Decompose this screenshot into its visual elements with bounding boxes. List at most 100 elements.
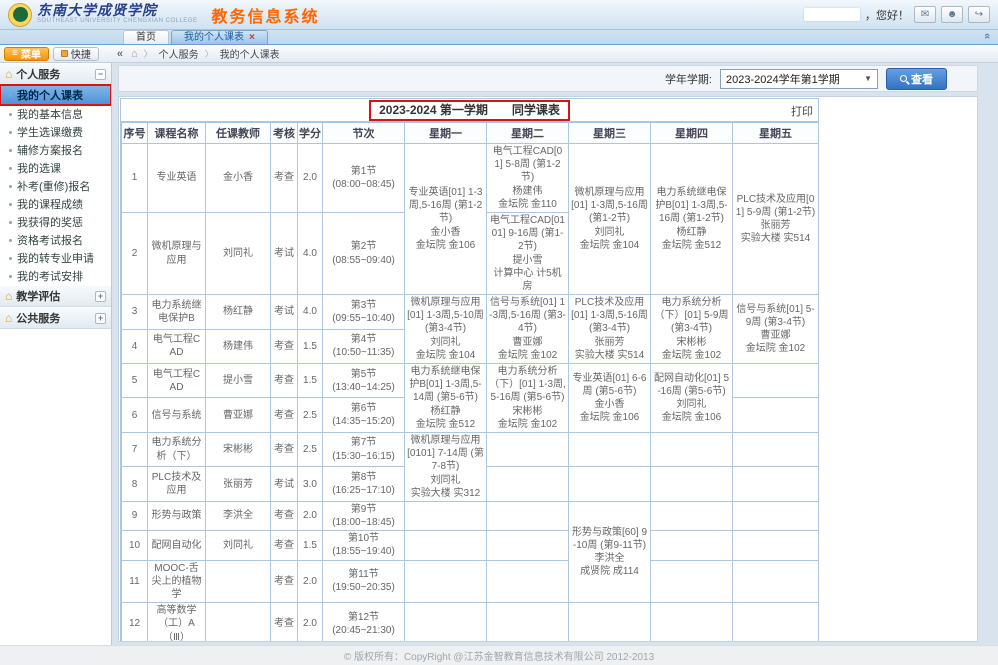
table-cell: 高等数学（工）A（Ⅲ） bbox=[148, 603, 206, 642]
table-cell: 3.0 bbox=[298, 467, 323, 501]
sidebar-item-label: 学生选课缴费 bbox=[17, 124, 83, 140]
mail-icon[interactable]: ✉ bbox=[914, 6, 936, 23]
table-cell: 第9节 (18:00~18:45) bbox=[323, 501, 405, 530]
tab-home[interactable]: 首页 bbox=[123, 30, 169, 44]
bullet-icon bbox=[9, 167, 12, 170]
sidebar-item[interactable]: 我的基本信息 bbox=[0, 105, 111, 123]
sidebar-item[interactable]: 补考(重修)报名 bbox=[0, 177, 111, 195]
sidebar-group-header[interactable]: ⌂教学评估+ bbox=[0, 285, 111, 307]
home-icon[interactable]: ⌂ bbox=[131, 48, 138, 60]
table-cell: 考查 bbox=[271, 501, 298, 530]
timetable-header-row: 序号课程名称任课教师考核学分节次星期一星期二星期三星期四星期五 bbox=[122, 123, 819, 144]
breadcrumb-item[interactable]: 个人服务 bbox=[159, 46, 199, 61]
sidebar-item[interactable]: 资格考试报名 bbox=[0, 231, 111, 249]
table-cell: 2.5 bbox=[298, 432, 323, 466]
table-cell: 考查 bbox=[271, 531, 298, 560]
bullet-icon bbox=[9, 203, 12, 206]
collapse-up-icon[interactable]: « bbox=[981, 33, 993, 39]
bullet-icon bbox=[9, 221, 12, 224]
timetable-title-row: 2023-2024 第一学期 同学课表 打印 bbox=[121, 99, 818, 122]
tab-bar: 首页 我的个人课表 × « bbox=[0, 30, 998, 45]
print-link[interactable]: 打印 bbox=[791, 103, 813, 119]
sidebar-group-header[interactable]: ⌂公共服务+ bbox=[0, 307, 111, 329]
table-cell: 第12节 (20:45~21:30) bbox=[323, 603, 405, 642]
logout-icon[interactable]: ↪ bbox=[968, 6, 990, 23]
bullet-icon bbox=[9, 113, 12, 116]
school-subtitle: SOUTHEAST UNIVERSITY CHENGXIAN COLLEGE bbox=[37, 18, 197, 24]
collapse-sidebar-icon[interactable]: « bbox=[117, 48, 123, 60]
sidebar-item[interactable]: 我获得的奖惩 bbox=[0, 213, 111, 231]
sidebar-group-header[interactable]: ⌂个人服务− bbox=[0, 63, 111, 85]
table-row: 12高等数学（工）A（Ⅲ）考查2.0第12节 (20:45~21:30) bbox=[122, 603, 819, 642]
table-cell: 电气工程CAD bbox=[148, 364, 206, 398]
table-cell: 1.5 bbox=[298, 364, 323, 398]
view-button[interactable]: 查看 bbox=[886, 68, 947, 90]
sidebar-item[interactable]: 学生选课缴费 bbox=[0, 123, 111, 141]
table-cell bbox=[733, 432, 819, 466]
table-cell: 刘同礼 bbox=[206, 212, 271, 294]
table-cell: 微机原理与应用[01] 1-3周,5-16周 (第1-2节) 刘同礼 金坛院 金… bbox=[569, 144, 651, 295]
sidebar-group-label: 公共服务 bbox=[16, 310, 91, 326]
table-cell: 形势与政策 bbox=[148, 501, 206, 530]
table-cell: 考查 bbox=[271, 329, 298, 363]
column-header: 课程名称 bbox=[148, 123, 206, 144]
bullet-icon bbox=[9, 239, 12, 242]
table-cell: 曹亚娜 bbox=[206, 398, 271, 432]
house-icon: ⌂ bbox=[5, 67, 12, 81]
sidebar-item[interactable]: 我的考试安排 bbox=[0, 267, 111, 285]
system-title: 教务信息系统 bbox=[211, 3, 319, 27]
table-cell: 考试 bbox=[271, 212, 298, 294]
breadcrumb: ⌂ 〉 个人服务 〉 我的个人课表 bbox=[131, 46, 280, 61]
sidebar-item[interactable]: 我的转专业申请 bbox=[0, 249, 111, 267]
tab-my-timetable[interactable]: 我的个人课表 × bbox=[171, 30, 268, 44]
user-icon[interactable]: ☻ bbox=[941, 6, 963, 23]
sidebar-item[interactable]: 辅修方案报名 bbox=[0, 141, 111, 159]
table-cell: 9 bbox=[122, 501, 148, 530]
table-cell: PLC技术及应用[01] 1-3周,5-16周 (第3-4节) 张丽芳 实验大楼… bbox=[569, 295, 651, 364]
table-cell: 7 bbox=[122, 432, 148, 466]
table-cell: 杨建伟 bbox=[206, 329, 271, 363]
collapse-icon[interactable]: − bbox=[95, 69, 106, 80]
table-cell bbox=[733, 531, 819, 560]
sidebar-item-label: 我的转专业申请 bbox=[17, 250, 94, 266]
chevron-down-icon: ▼ bbox=[864, 74, 872, 83]
table-cell: 专业英语 bbox=[148, 144, 206, 213]
menu-button[interactable]: ≡ 菜单 bbox=[4, 47, 49, 61]
table-cell bbox=[733, 467, 819, 501]
table-cell: 电力系统继电保护B[01] 1-3周,5-14周 (第5-6节) 杨红静 金坛院… bbox=[405, 364, 487, 433]
table-cell: 5 bbox=[122, 364, 148, 398]
expand-icon[interactable]: + bbox=[95, 291, 106, 302]
sidebar-item-label: 我的课程成绩 bbox=[17, 196, 83, 212]
table-cell bbox=[733, 398, 819, 432]
table-row: 3电力系统继电保护B杨红静考试4.0第3节 (09:55~10:40)微机原理与… bbox=[122, 295, 819, 329]
sidebar-item-label: 我的选课 bbox=[17, 160, 61, 176]
table-cell: 第3节 (09:55~10:40) bbox=[323, 295, 405, 329]
table-cell bbox=[651, 432, 733, 466]
column-header: 考核 bbox=[271, 123, 298, 144]
table-cell bbox=[206, 560, 271, 603]
table-cell: 张丽芳 bbox=[206, 467, 271, 501]
expand-icon[interactable]: + bbox=[95, 313, 106, 324]
semester-label: 学年学期: bbox=[665, 71, 712, 87]
breadcrumb-item[interactable]: 我的个人课表 bbox=[220, 46, 280, 61]
table-cell: 考查 bbox=[271, 144, 298, 213]
school-name-block: 东南大学成贤学院 SOUTHEAST UNIVERSITY CHENGXIAN … bbox=[37, 5, 197, 24]
semester-select[interactable]: 2023-2024学年第1学期 ▼ bbox=[720, 69, 878, 89]
table-cell: 电力系统分析（下）[01] 1-3周,5-16周 (第5-6节) 宋彬彬 金坛院… bbox=[487, 364, 569, 433]
sidebar: ⌂个人服务−我的个人课表我的基本信息学生选课缴费辅修方案报名我的选课补考(重修)… bbox=[0, 63, 112, 645]
table-cell: 11 bbox=[122, 560, 148, 603]
sidebar-item[interactable]: 我的课程成绩 bbox=[0, 195, 111, 213]
table-cell bbox=[733, 603, 819, 642]
table-cell bbox=[569, 467, 651, 501]
close-icon[interactable]: × bbox=[249, 31, 255, 44]
sidebar-item[interactable]: 我的个人课表 bbox=[0, 85, 111, 105]
bullet-icon bbox=[9, 185, 12, 188]
quick-button[interactable]: 快捷 bbox=[53, 47, 99, 61]
table-cell: 2.5 bbox=[298, 398, 323, 432]
toolbar: ≡ 菜单 快捷 « ⌂ 〉 个人服务 〉 我的个人课表 bbox=[0, 45, 998, 63]
sidebar-item[interactable]: 我的选课 bbox=[0, 159, 111, 177]
menu-icon: ≡ bbox=[12, 48, 18, 59]
greeting-text: ，您好！ bbox=[865, 7, 909, 23]
brand: 东南大学成贤学院 SOUTHEAST UNIVERSITY CHENGXIAN … bbox=[8, 3, 320, 27]
table-cell bbox=[405, 531, 487, 560]
